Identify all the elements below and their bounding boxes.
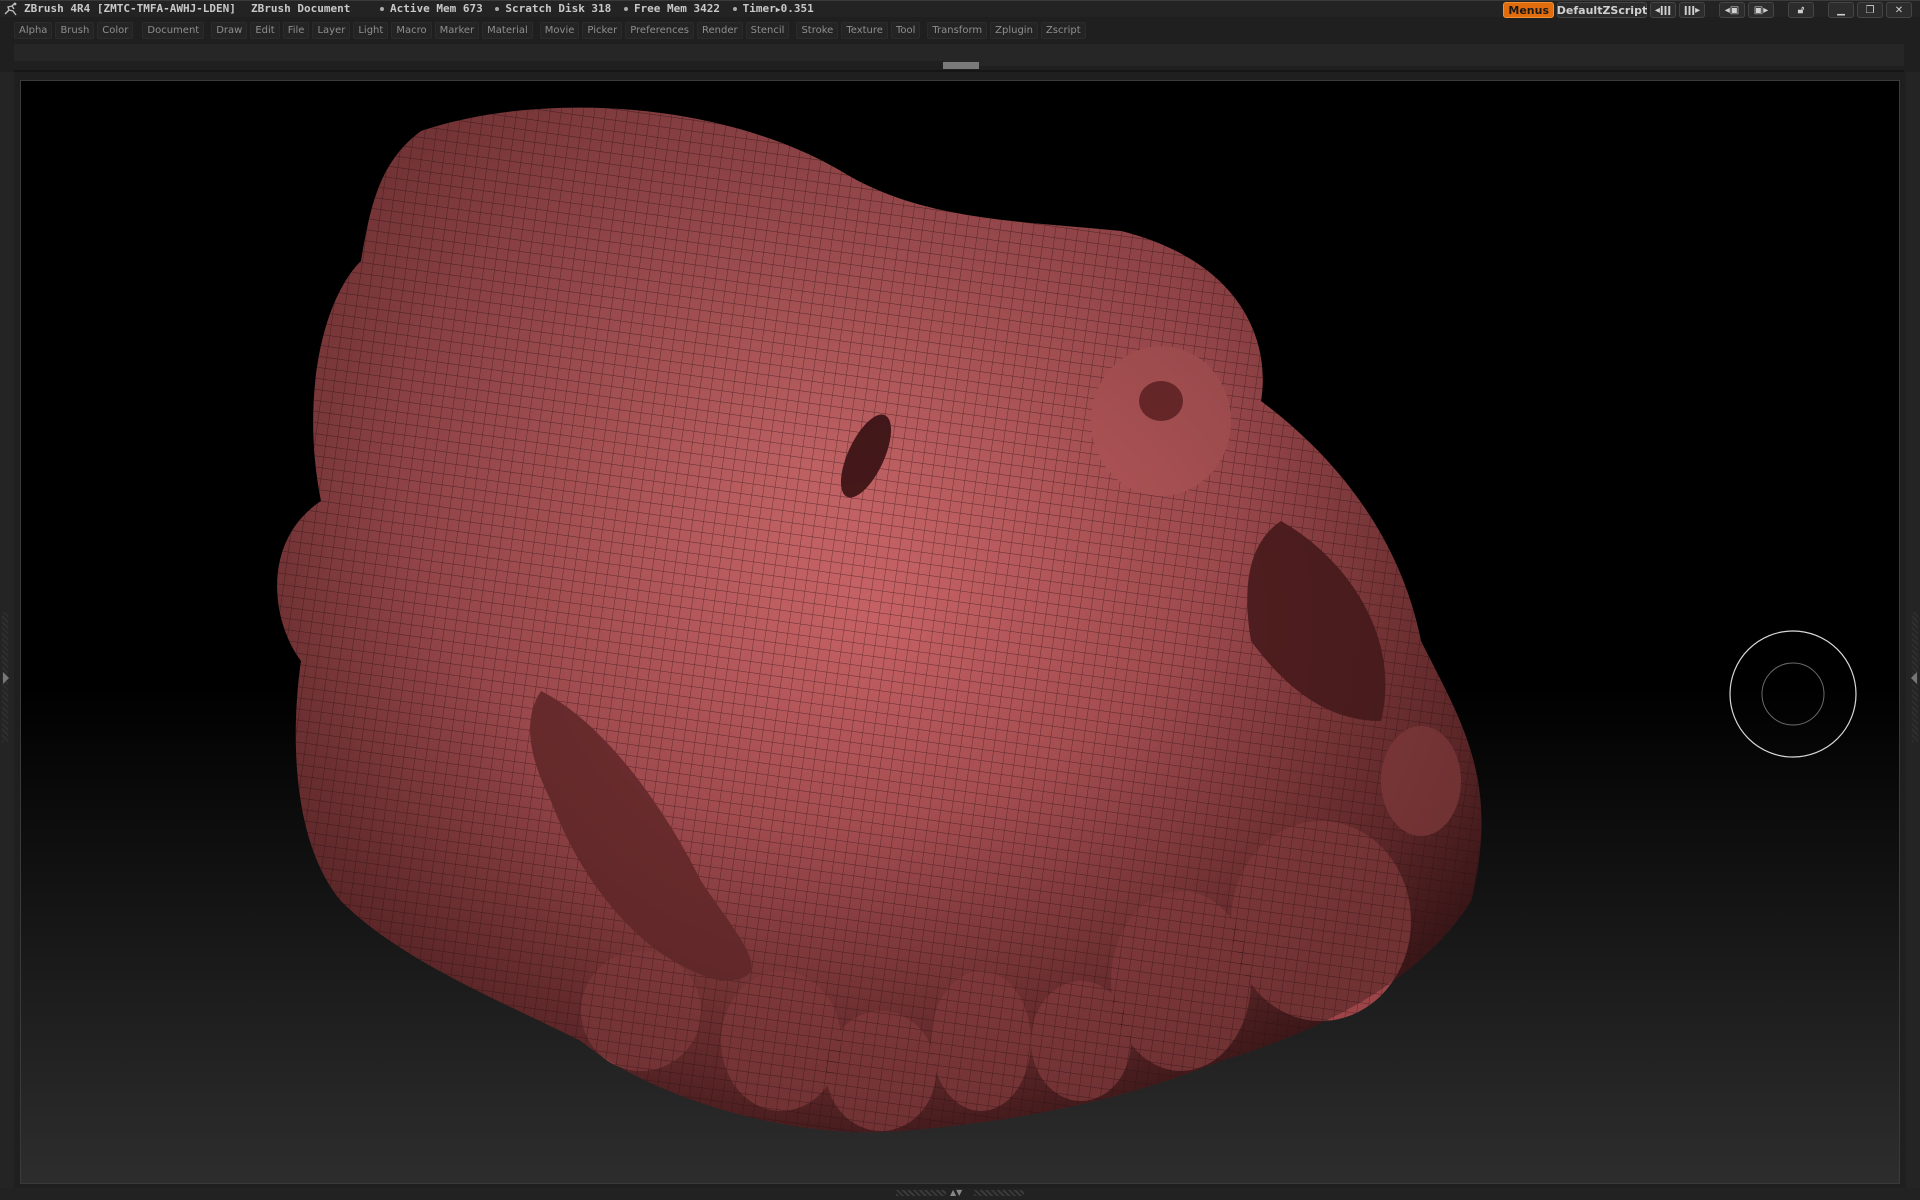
left-tray [0,72,14,1192]
timer-value: 0.351 [780,2,814,15]
memory-status: Active Mem 673 Scratch Disk 318 Free Mem… [374,2,814,15]
timer-label: Timer [742,2,776,15]
menu-picker[interactable]: Picker [582,22,623,39]
menu-preferences[interactable]: Preferences [625,22,695,39]
menu-draw[interactable]: Draw [211,22,248,39]
menu-movie[interactable]: Movie [539,22,580,39]
shelf-divider [14,70,1904,72]
menu-light[interactable]: Light [353,22,389,39]
menu-material[interactable]: Material [482,22,533,39]
lock-icon[interactable]: 🔓︎ [1788,2,1814,18]
menu-stroke[interactable]: Stroke [796,22,839,39]
right-tray-expand-icon[interactable] [1911,672,1917,684]
decrease-width-icon[interactable]: ◂ǀǀǀ [1650,2,1676,18]
brush-outer-circle [1729,630,1857,758]
top-shelf-strip [14,61,944,66]
menu-marker[interactable]: Marker [434,22,480,39]
document-title: ZBrush Document [251,2,351,15]
minimize-icon[interactable]: ▁ [1828,2,1854,18]
free-mem: Free Mem 3422 [633,2,721,15]
menu-edit[interactable]: Edit [250,22,280,39]
zbrush-logo-icon [4,2,17,16]
app-title: ZBrush 4R4 [ZMTC-TMFA-AWHJ-LDEN] [24,2,236,15]
brush-cursor [1729,630,1857,758]
sculpt-viewport[interactable] [21,81,1900,1184]
menu-brush[interactable]: Brush [55,22,95,39]
bottom-tray-grip-left[interactable] [896,1190,946,1196]
bottom-tray-grip-right[interactable] [974,1190,1024,1196]
menus-toggle-button[interactable]: Menus [1503,2,1554,18]
menu-render[interactable]: Render [697,22,743,39]
right-tray [1906,72,1920,1192]
sculpt-model [277,107,1482,1133]
title-toolbar: Menus DefaultZScript ◂ǀǀǀ ǀǀǀ▸ ◂▣ ▣▸ 🔓︎ … [1503,2,1912,20]
previous-layout-icon[interactable]: ◂▣ [1719,2,1745,18]
default-zscript-button[interactable]: DefaultZScript [1557,2,1647,18]
scratch-disk: Scratch Disk 318 [505,2,612,15]
increase-width-icon[interactable]: ǀǀǀ▸ [1679,2,1705,18]
menu-texture[interactable]: Texture [841,22,888,39]
bottom-tray-toggle-icon[interactable]: ▲▼ [950,1188,962,1197]
menu-zscript[interactable]: Zscript [1040,22,1086,39]
title-bar: ZBrush 4R4 [ZMTC-TMFA-AWHJ-LDEN] ZBrush … [0,0,1920,20]
document-canvas[interactable] [20,80,1900,1184]
menu-stencil[interactable]: Stencil [745,22,790,39]
active-mem: Active Mem 673 [390,2,483,15]
menu-tool[interactable]: Tool [890,22,921,39]
menu-zplugin[interactable]: Zplugin [990,22,1038,39]
menu-layer[interactable]: Layer [312,22,351,39]
menu-document[interactable]: Document [142,22,205,39]
top-shelf-drag-handle[interactable] [943,62,979,69]
menu-macro[interactable]: Macro [391,22,432,39]
bottom-tray: ▲▼ [0,1188,1920,1200]
skull-shading [277,107,1482,1133]
menu-file[interactable]: File [282,22,310,39]
menu-transform[interactable]: Transform [927,22,988,39]
next-layout-icon[interactable]: ▣▸ [1748,2,1774,18]
close-icon[interactable]: ✕ [1886,2,1912,18]
menu-color[interactable]: Color [97,22,134,39]
brush-inner-circle [1761,662,1825,726]
menu-alpha[interactable]: Alpha [14,22,53,39]
main-menubar: Alpha Brush Color Document Draw Edit Fil… [14,22,1086,40]
left-tray-expand-icon[interactable] [3,672,9,684]
restore-icon[interactable]: ❐ [1857,2,1883,18]
